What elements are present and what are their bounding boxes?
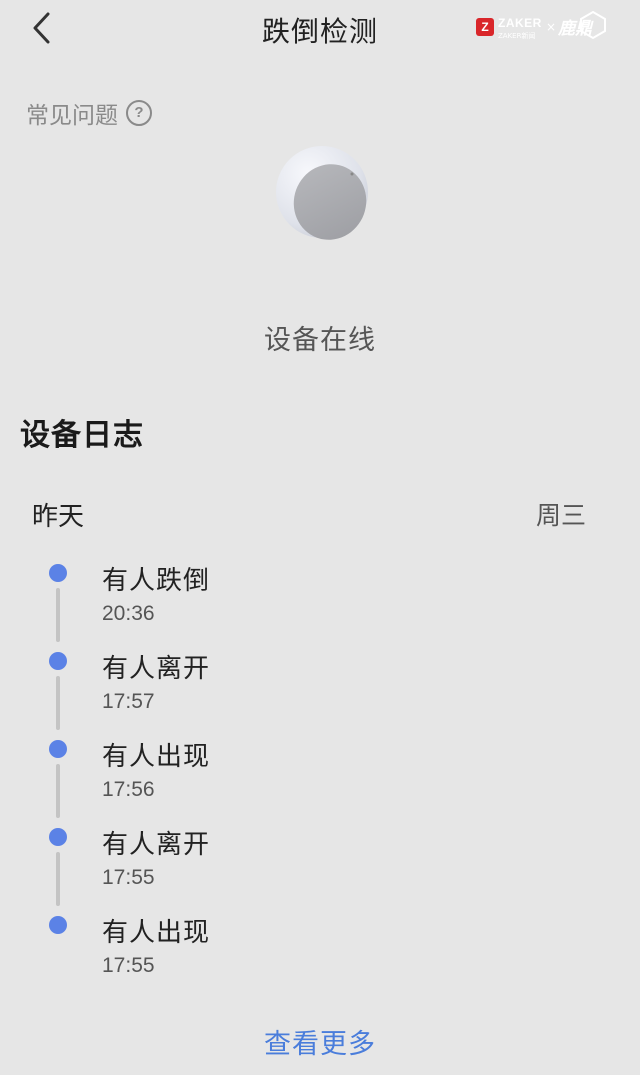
timeline-item: 有人出现 17:55 [0,912,640,1000]
timeline-connector [56,676,60,730]
header-bar: 跌倒检测 Z ZAKER ZAKER新闻 × 鹿鼎 [0,0,640,60]
event-label: 有人跌倒 [102,566,211,596]
event-label: 有人离开 [102,654,211,684]
weekday-label: 周三 [535,501,586,530]
timeline-item: 有人离开 17:57 [0,648,640,736]
timeline-dot-icon [49,652,67,670]
zaker-logo-icon: Z [476,18,494,36]
timeline-connector [56,764,60,818]
watermark: Z ZAKER ZAKER新闻 × 鹿鼎 [476,10,616,56]
sensor-device-icon [276,146,368,240]
device-status: 设备在线 [264,325,376,356]
event-time: 17:57 [102,690,155,713]
event-label: 有人离开 [102,830,211,860]
timeline-connector [56,588,60,642]
section-title: 设备日志 [20,418,144,453]
event-label: 有人出现 [102,742,211,772]
timeline-item: 有人离开 17:55 [0,824,640,912]
view-more-link[interactable]: 查看更多 [0,1022,640,1061]
watermark-x: × [546,20,557,34]
timeline-dot-icon [49,828,67,846]
help-icon[interactable]: ? [126,100,152,126]
event-label: 有人出现 [102,918,211,948]
timeline-item: 有人出现 17:56 [0,736,640,824]
faq-link[interactable]: 常见问题 ? [26,98,152,129]
timeline-dot-icon [49,564,67,582]
timeline-dot-icon [49,740,67,758]
event-time: 17:55 [102,954,155,977]
timeline-connector [56,852,60,906]
hexagon-logo-icon [580,10,606,40]
watermark-brand: ZAKER [498,16,542,30]
event-time: 17:55 [102,866,155,889]
timeline-item: 有人跌倒 20:36 [0,560,640,648]
event-time: 20:36 [102,602,155,625]
watermark-sub: ZAKER新闻 [498,32,536,40]
day-label: 昨天 [32,502,85,532]
faq-label: 常见问题 [26,103,118,129]
event-time: 17:56 [102,778,155,801]
timeline-dot-icon [49,916,67,934]
